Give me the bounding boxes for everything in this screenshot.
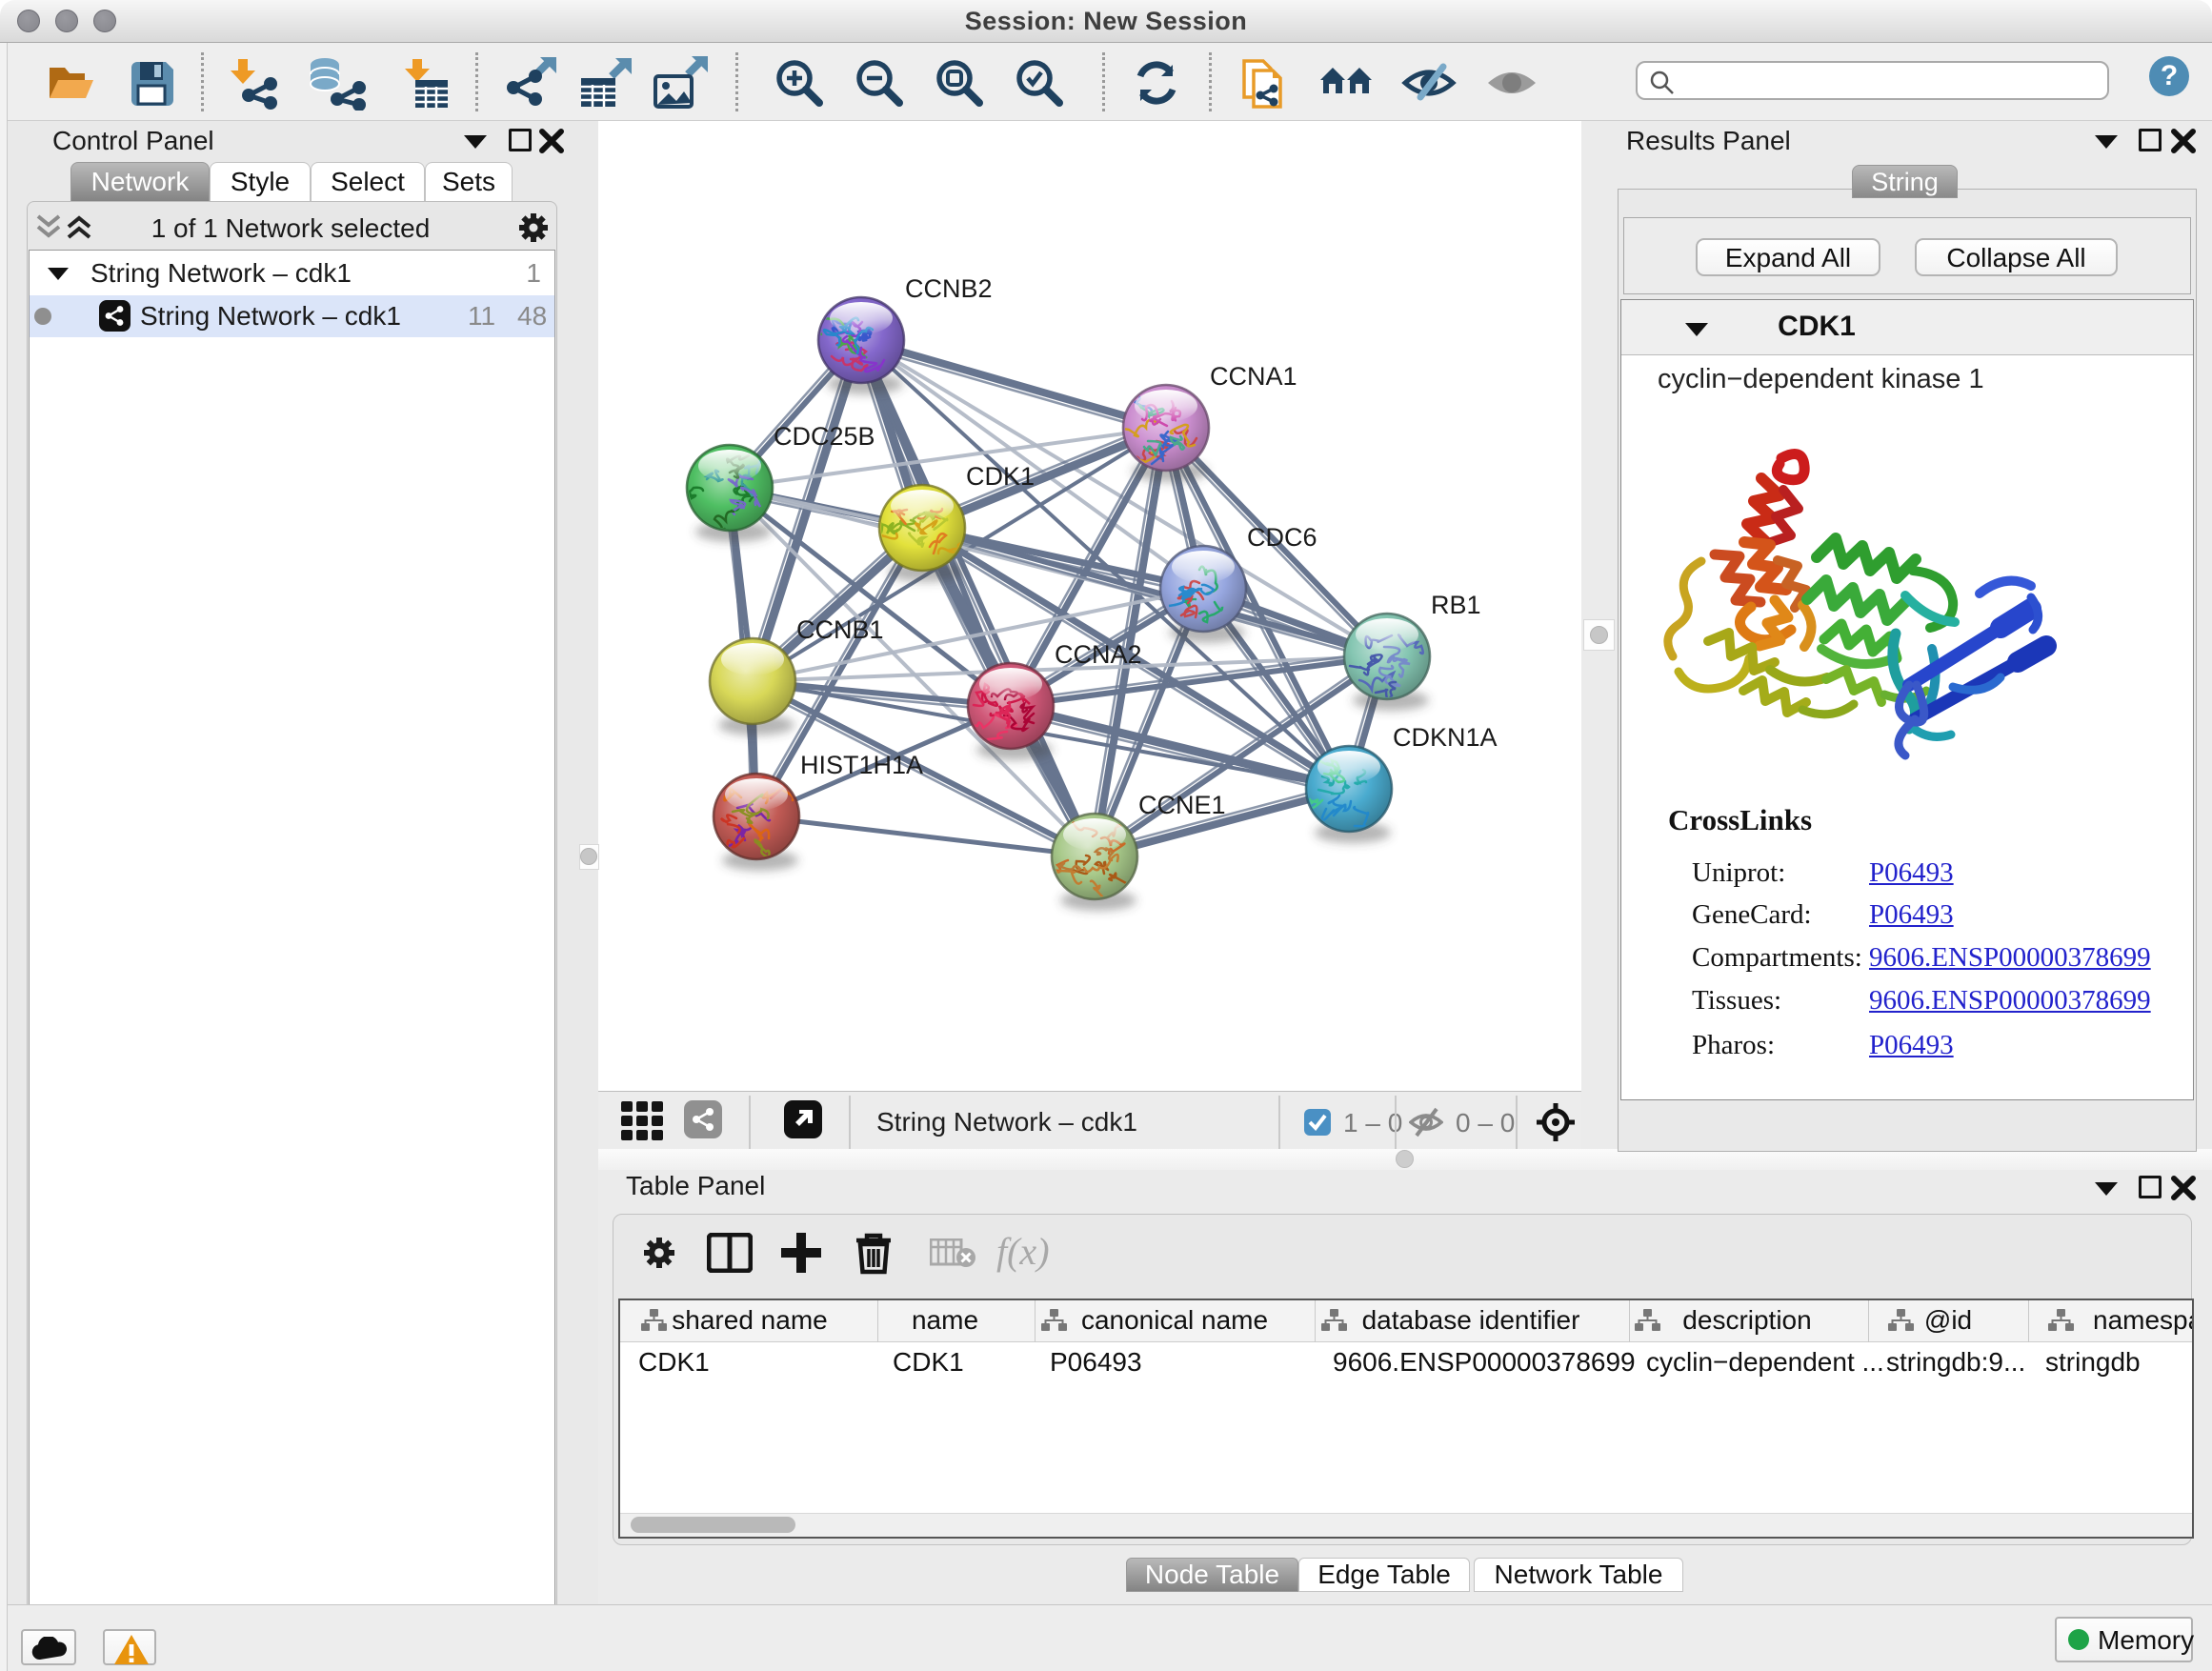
svg-text:CDC25B: CDC25B <box>774 422 875 451</box>
svg-text:HIST1H1A: HIST1H1A <box>800 751 923 779</box>
svg-text:CCNA1: CCNA1 <box>1210 362 1297 391</box>
svg-text:CDC6: CDC6 <box>1247 523 1317 552</box>
svg-text:CCNA2: CCNA2 <box>1055 640 1142 669</box>
svg-text:CCNE1: CCNE1 <box>1138 791 1226 819</box>
svg-text:CCNB1: CCNB1 <box>796 615 884 644</box>
svg-text:?: ? <box>2161 60 2178 91</box>
svg-text:CDKN1A: CDKN1A <box>1393 723 1498 752</box>
svg-text:CDK1: CDK1 <box>966 462 1035 491</box>
svg-text:CCNB2: CCNB2 <box>905 274 993 303</box>
svg-text:RB1: RB1 <box>1431 591 1481 619</box>
